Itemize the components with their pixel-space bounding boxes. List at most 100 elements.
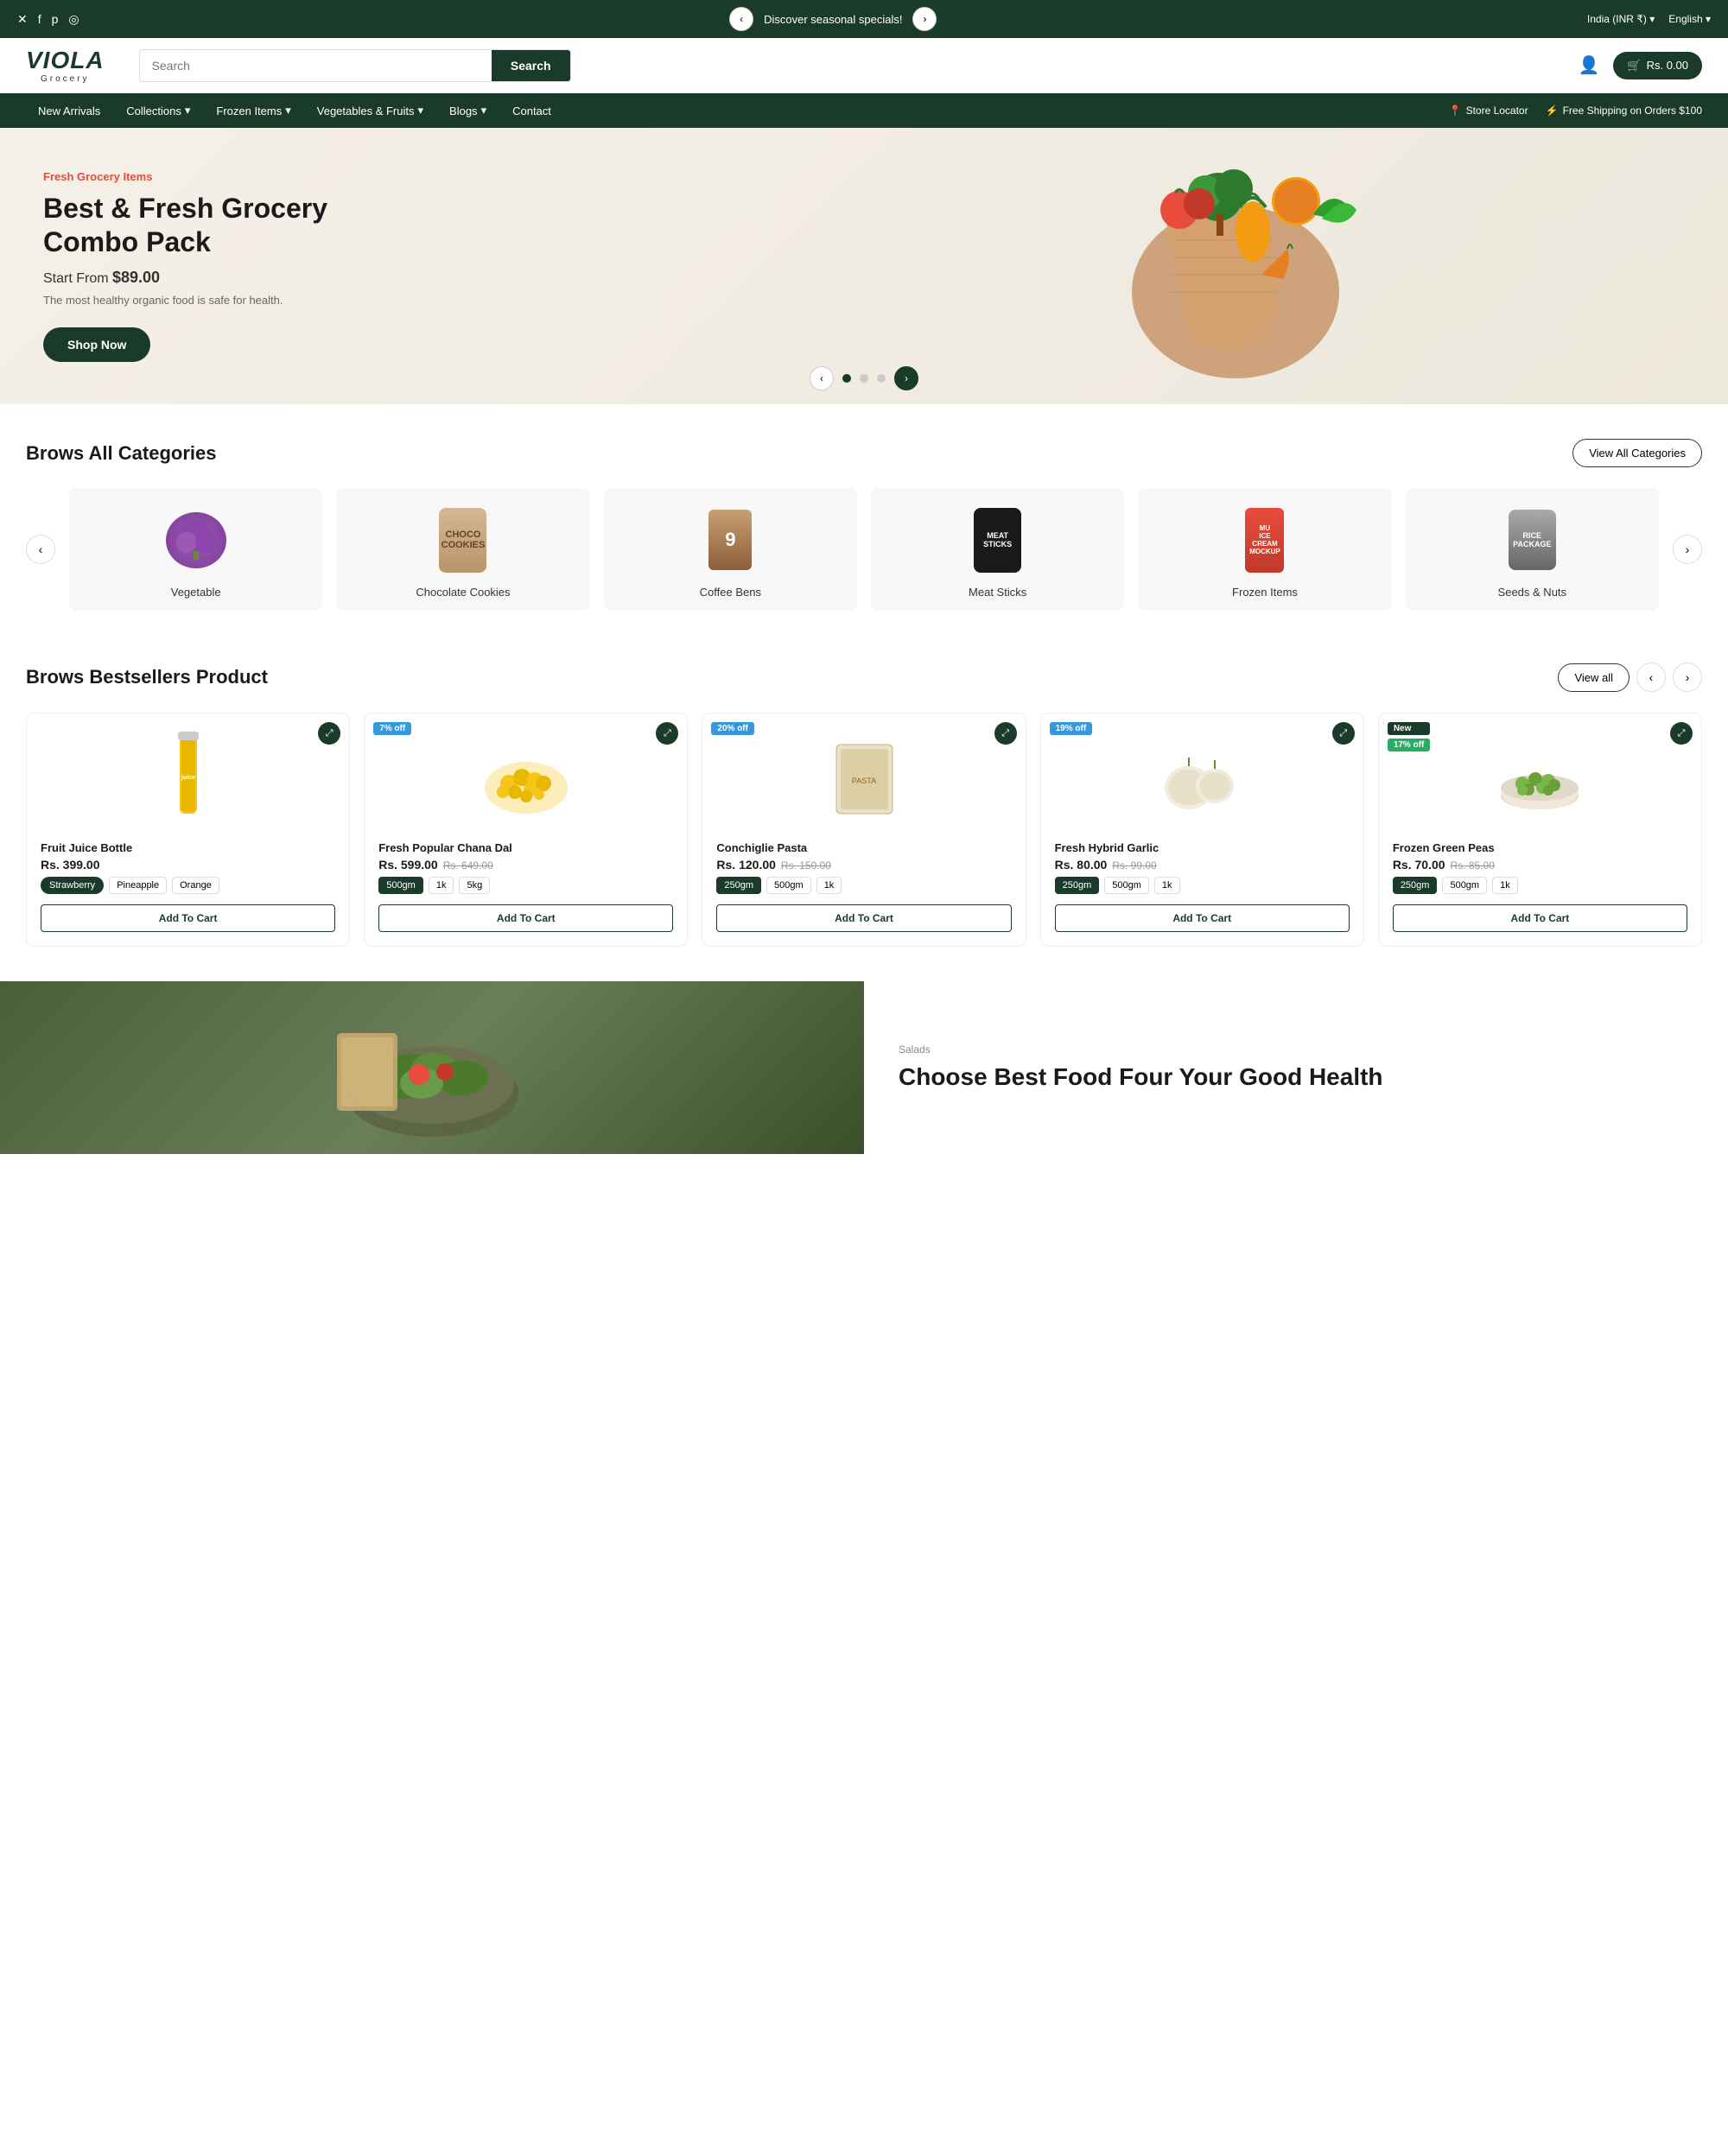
hero-next-btn[interactable]: › — [894, 366, 918, 390]
category-vegetable[interactable]: Vegetable — [69, 488, 322, 611]
bestsellers-next-arrow[interactable]: › — [1673, 663, 1702, 692]
logo[interactable]: VIOLA Grocery — [26, 47, 105, 84]
variant-1k-chana[interactable]: 1k — [429, 877, 454, 894]
variant-500gm-pasta[interactable]: 500gm — [766, 877, 811, 894]
product-garlic: 19% off ⤢ Fresh Hybrid Garlic Rs. 80.00R… — [1040, 713, 1364, 947]
variant-500gm-garlic[interactable]: 500gm — [1104, 877, 1149, 894]
hero-dot-1[interactable] — [842, 374, 851, 383]
product-image-pasta: PASTA — [716, 727, 1011, 831]
product-image-juice: juice — [41, 727, 335, 831]
category-coffee-image: 9 — [696, 505, 765, 574]
category-vegetable-image — [162, 505, 231, 574]
hero-content: Fresh Grocery Items Best & Fresh Grocery… — [43, 170, 389, 362]
variant-1k-peas[interactable]: 1k — [1492, 877, 1518, 894]
category-coffee-bens[interactable]: 9 Coffee Bens — [604, 488, 857, 611]
store-locator[interactable]: 📍 Store Locator — [1449, 105, 1528, 117]
product-name-pasta: Conchiglie Pasta — [716, 841, 1011, 854]
product-name-peas: Frozen Green Peas — [1393, 841, 1687, 854]
bestsellers-title: Brows Bestsellers Product — [26, 666, 268, 688]
product-badges-peas: New 17% off — [1388, 722, 1431, 751]
product-expand-chana[interactable]: ⤢ — [656, 722, 678, 745]
hero-price-value: $89.00 — [112, 269, 160, 286]
nav-item-new-arrivals[interactable]: New Arrivals — [26, 94, 112, 128]
product-expand-pasta[interactable]: ⤢ — [994, 722, 1017, 745]
variant-strawberry[interactable]: Strawberry — [41, 877, 104, 894]
variant-500gm-peas[interactable]: 500gm — [1442, 877, 1487, 894]
category-frozen-items[interactable]: MUICECREAMMOCKUP Frozen Items — [1138, 488, 1391, 611]
add-to-cart-juice[interactable]: Add To Cart — [41, 904, 335, 932]
add-to-cart-peas[interactable]: Add To Cart — [1393, 904, 1687, 932]
categories-next-arrow[interactable]: › — [1673, 535, 1702, 564]
product-green-peas: New 17% off ⤢ — [1378, 713, 1702, 947]
account-icon[interactable]: 👤 — [1578, 54, 1599, 76]
nav-item-frozen[interactable]: Frozen Items ▾ — [204, 93, 302, 128]
nav-label-frozen: Frozen Items — [216, 105, 282, 117]
product-expand-juice[interactable]: ⤢ — [318, 722, 340, 745]
shop-now-button[interactable]: Shop Now — [43, 327, 150, 362]
category-meatsticks-image: MEATSTICKS — [963, 505, 1032, 574]
search-button[interactable]: Search — [492, 50, 570, 81]
variant-250gm-garlic[interactable]: 250gm — [1055, 877, 1100, 894]
product-image-peas — [1393, 727, 1687, 831]
view-all-categories-button[interactable]: View All Categories — [1572, 439, 1702, 467]
category-seeds-image: RICEPACKAGE — [1497, 505, 1566, 574]
product-price-juice: Rs. 399.00 — [41, 858, 335, 872]
search-input[interactable] — [140, 50, 492, 81]
facebook-icon[interactable]: f — [38, 12, 41, 27]
announcement-prev[interactable]: ‹ — [729, 7, 753, 31]
categories-prev-arrow[interactable]: ‹ — [26, 535, 55, 564]
hero-prev-btn[interactable]: ‹ — [810, 366, 834, 390]
product-expand-peas[interactable]: ⤢ — [1670, 722, 1693, 745]
language-selector-india[interactable]: India (INR ₹) ▾ — [1587, 13, 1655, 25]
hero-dot-3[interactable] — [877, 374, 886, 383]
nav-right: 📍 Store Locator ⚡ Free Shipping on Order… — [1449, 105, 1702, 117]
vegetables-chevron: ▾ — [418, 104, 424, 117]
salad-background — [0, 981, 864, 1154]
variant-250gm-peas[interactable]: 250gm — [1393, 877, 1438, 894]
free-shipping-notice: ⚡ Free Shipping on Orders $100 — [1546, 105, 1702, 117]
variant-orange[interactable]: Orange — [172, 877, 219, 894]
variant-500gm-chana[interactable]: 500gm — [378, 877, 423, 894]
add-to-cart-chana[interactable]: Add To Cart — [378, 904, 673, 932]
variant-5kg-chana[interactable]: 5kg — [459, 877, 490, 894]
variant-1k-garlic[interactable]: 1k — [1154, 877, 1180, 894]
product-name-garlic: Fresh Hybrid Garlic — [1055, 841, 1350, 854]
product-chana-dal: 7% off ⤢ Fresh Popular Chana Dal — [364, 713, 688, 947]
variant-pineapple[interactable]: Pineapple — [109, 877, 167, 894]
add-to-cart-pasta[interactable]: Add To Cart — [716, 904, 1011, 932]
add-to-cart-garlic[interactable]: Add To Cart — [1055, 904, 1350, 932]
bestsellers-view-all[interactable]: View all — [1558, 663, 1630, 692]
category-seeds-nuts[interactable]: RICEPACKAGE Seeds & Nuts — [1406, 488, 1659, 611]
category-seeds-label: Seeds & Nuts — [1498, 586, 1567, 599]
announcement-next[interactable]: › — [912, 7, 937, 31]
nav-label-contact: Contact — [512, 105, 551, 117]
product-badges-pasta: 20% off — [711, 722, 754, 735]
nav-item-collections[interactable]: Collections ▾ — [114, 93, 202, 128]
bestsellers-prev-arrow[interactable]: ‹ — [1636, 663, 1666, 692]
pinterest-icon[interactable]: p — [52, 12, 59, 27]
hero-banner: Fresh Grocery Items Best & Fresh Grocery… — [0, 128, 1728, 404]
nav-item-vegetables[interactable]: Vegetables & Fruits ▾ — [305, 93, 435, 128]
category-chocolate-cookies[interactable]: CHOCOCOOKIES Chocolate Cookies — [336, 488, 589, 611]
announcement-center: ‹ Discover seasonal specials! › — [729, 7, 937, 31]
product-badges-garlic: 19% off — [1050, 722, 1093, 735]
nav-item-contact[interactable]: Contact — [500, 94, 563, 128]
announcement-right: India (INR ₹) ▾ English ▾ — [1587, 13, 1711, 25]
category-meat-sticks[interactable]: MEATSTICKS Meat Sticks — [871, 488, 1124, 611]
free-shipping-label: Free Shipping on Orders $100 — [1563, 105, 1702, 117]
hero-price: Start From $89.00 — [43, 269, 389, 287]
cart-button[interactable]: 🛒 Rs. 0.00 — [1613, 52, 1702, 79]
instagram-icon[interactable]: ◎ — [68, 12, 79, 27]
nav-item-blogs[interactable]: Blogs ▾ — [437, 93, 499, 128]
product-expand-garlic[interactable]: ⤢ — [1332, 722, 1355, 745]
badge-new-peas: New — [1388, 722, 1431, 735]
social-icons: ✕ f p ◎ — [17, 12, 79, 27]
twitter-icon[interactable]: ✕ — [17, 12, 28, 27]
variant-250gm-pasta[interactable]: 250gm — [716, 877, 761, 894]
language-selector-english[interactable]: English ▾ — [1668, 13, 1711, 25]
variant-1k-pasta[interactable]: 1k — [816, 877, 842, 894]
category-coffee-label: Coffee Bens — [700, 586, 761, 599]
hero-dot-2[interactable] — [860, 374, 868, 383]
bestsellers-section: Brows Bestsellers Product View all ‹ › ⤢… — [0, 645, 1728, 981]
nav-label-collections: Collections — [126, 105, 181, 117]
